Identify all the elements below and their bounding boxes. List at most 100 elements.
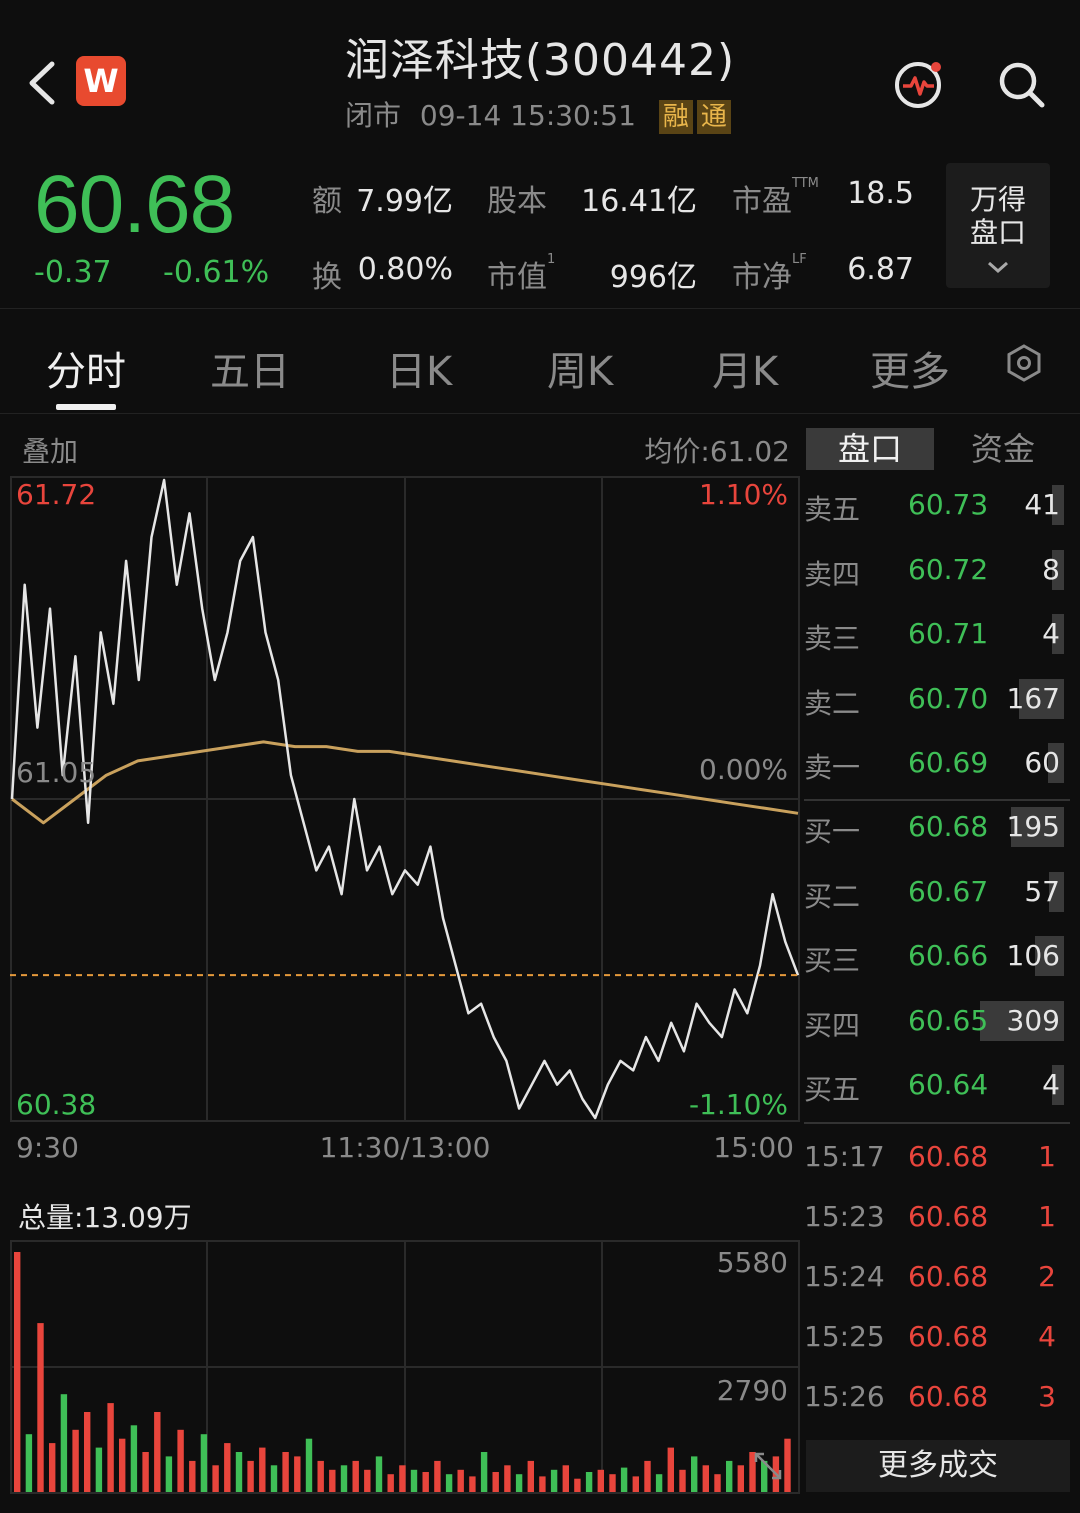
overlay-button[interactable]: 叠加 <box>22 430 78 470</box>
volume-bar <box>434 1460 441 1492</box>
book-trades-divider <box>804 1122 1070 1124</box>
tab-weekly-k[interactable]: 周K <box>547 339 613 397</box>
volume-bar <box>620 1467 628 1492</box>
volume-bar <box>609 1474 616 1492</box>
y-mid-label: 61.05 <box>16 756 97 789</box>
volume-bar <box>679 1469 686 1492</box>
volume-bar <box>364 1469 371 1492</box>
trade-price: 60.68 <box>908 1320 989 1353</box>
vol-mid-label: 2790 <box>716 1374 788 1407</box>
volume-bar <box>667 1447 674 1492</box>
bid-volume: 57 <box>1024 874 1060 908</box>
volume-bar <box>259 1447 266 1492</box>
volume-bar <box>305 1438 313 1492</box>
volume-bar <box>340 1465 348 1492</box>
stat-mktcap-label: 市值 <box>487 260 547 295</box>
volume-bar <box>107 1403 114 1492</box>
ask-price: 60.72 <box>908 552 989 586</box>
volume-bar <box>399 1465 406 1492</box>
bid-row: 买五 60.64 4 <box>800 1056 1070 1116</box>
stat-pe-value: 18.5 <box>847 176 914 211</box>
chart-tabs: 分时 五日 日K 周K 月K 更多 <box>0 308 1080 414</box>
bid-row: 买一 60.68 195 <box>800 798 1070 858</box>
ask-label: 卖四 <box>804 557 861 591</box>
stat-pb-sup: LF <box>792 252 807 267</box>
time-start-label: 9:30 <box>16 1131 79 1164</box>
ask-row: 卖一 60.69 60 <box>800 734 1070 794</box>
trade-row: 15:17 60.68 1 <box>800 1136 1070 1196</box>
trade-price: 60.68 <box>908 1140 989 1173</box>
total-volume-label: 总量:13.09万 <box>18 1201 192 1234</box>
trade-time: 15:25 <box>804 1320 885 1353</box>
orderbook-panel: 卖五 60.73 41 卖四 60.72 8 卖三 60.71 4 卖二 60.70 167 卖一 60.… <box>800 476 1080 1436</box>
segment-orderbook[interactable]: 盘口 <box>806 428 934 470</box>
wande-line2: 盘口 <box>969 216 1026 249</box>
pct-mid-label: 0.00% <box>699 753 788 786</box>
pct-high-label: 1.10% <box>699 478 788 511</box>
volume-bar <box>726 1460 733 1492</box>
pulse-icon[interactable] <box>893 58 945 110</box>
trade-time: 15:23 <box>804 1200 885 1233</box>
hexagon-settings-icon[interactable] <box>1004 343 1044 383</box>
volume-bar <box>702 1465 709 1492</box>
wande-line1: 万得 <box>969 183 1026 216</box>
ask-row: 卖四 60.72 8 <box>800 541 1070 601</box>
stat-pb-value: 6.87 <box>847 252 914 287</box>
quote-datetime: 09-14 15:30:51 <box>419 99 636 132</box>
more-trades-button[interactable]: 更多成交 <box>806 1440 1070 1492</box>
time-mid-label: 11:30/13:00 <box>319 1131 491 1164</box>
volume-bar <box>562 1465 569 1492</box>
intraday-price-chart[interactable] <box>10 476 800 1122</box>
ask-volume: 60 <box>1024 746 1060 779</box>
bid-volume: 195 <box>1006 810 1060 843</box>
search-icon[interactable] <box>995 58 1047 110</box>
tab-intraday[interactable]: 分时 <box>46 339 126 397</box>
volume-bar <box>504 1465 511 1492</box>
bid-price: 60.65 <box>908 1003 989 1037</box>
volume-bar <box>235 1452 243 1492</box>
wande-orderbook-button[interactable]: 万得 盘口 <box>946 163 1050 288</box>
volume-bar <box>527 1460 534 1492</box>
segment-capital[interactable]: 资金 <box>936 428 1070 470</box>
trade-price: 60.68 <box>908 1380 989 1413</box>
bid-price: 60.68 <box>908 810 989 843</box>
volume-bar <box>247 1460 254 1492</box>
volume-bar <box>352 1460 359 1492</box>
volume-bar <box>422 1472 429 1492</box>
volume-bar <box>574 1478 581 1492</box>
volume-bar <box>154 1412 161 1492</box>
ask-volume: 8 <box>1042 552 1060 586</box>
ask-price: 60.69 <box>908 746 989 779</box>
trade-volume: 4 <box>1038 1320 1056 1353</box>
bid-volume: 4 <box>1042 1068 1060 1101</box>
trade-volume: 2 <box>1038 1260 1056 1293</box>
volume-bar <box>585 1472 593 1492</box>
trade-row: 15:23 60.68 1 <box>800 1196 1070 1256</box>
ask-volume: 167 <box>1006 681 1060 715</box>
tab-monthly-k[interactable]: 月K <box>712 339 778 397</box>
trade-volume: 1 <box>1038 1140 1056 1173</box>
tab-daily-k[interactable]: 日K <box>386 339 452 397</box>
expand-icon[interactable] <box>752 1450 784 1482</box>
trade-row: 15:24 60.68 2 <box>800 1256 1070 1316</box>
stat-mktcap-sup: 1 <box>547 252 556 267</box>
bid-row: 买三 60.66 106 <box>800 927 1070 987</box>
ask-label: 卖一 <box>804 751 861 784</box>
trade-time: 15:26 <box>804 1380 885 1413</box>
stat-amount-value: 7.99亿 <box>356 184 453 219</box>
bid-label: 买二 <box>804 879 861 913</box>
bid-price: 60.67 <box>908 874 989 908</box>
volume-bar <box>212 1465 219 1492</box>
trade-time: 15:24 <box>804 1260 885 1293</box>
volume-bar <box>49 1443 56 1492</box>
volume-bar <box>655 1474 663 1492</box>
ask-volume: 4 <box>1042 617 1060 650</box>
bid-price: 60.66 <box>908 939 989 972</box>
volume-bar <box>597 1469 604 1492</box>
tab-five-day[interactable]: 五日 <box>210 339 290 397</box>
bid-volume: 309 <box>1006 1003 1060 1037</box>
bid-label: 买一 <box>804 815 861 848</box>
volume-bar <box>714 1474 721 1492</box>
tab-more[interactable]: 更多 <box>870 339 950 397</box>
volume-bar <box>294 1456 301 1492</box>
